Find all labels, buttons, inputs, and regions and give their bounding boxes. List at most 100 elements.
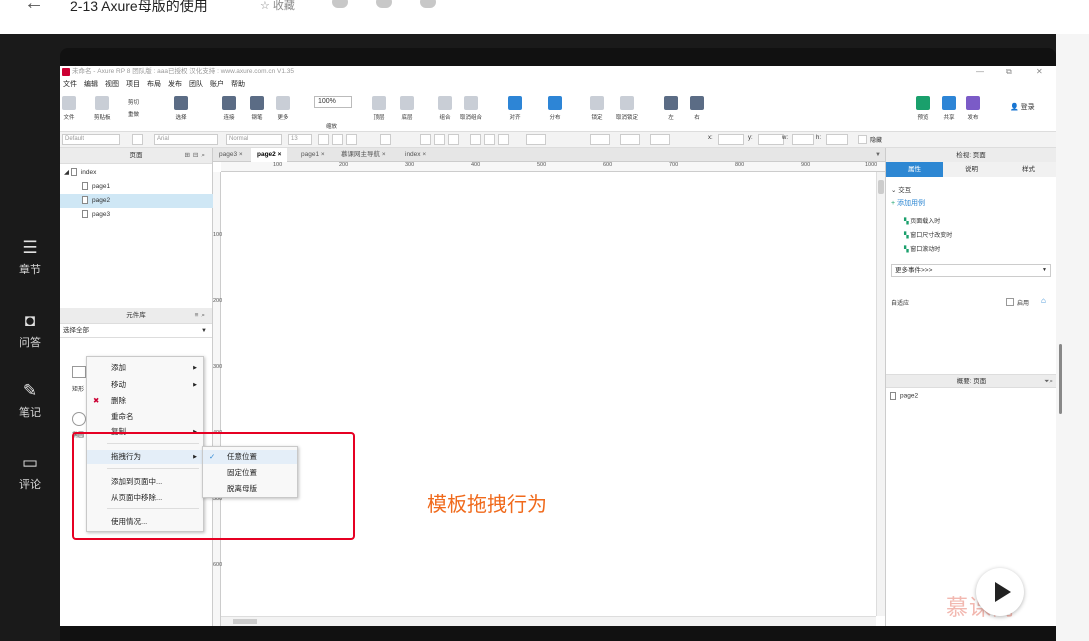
valign-mid-icon[interactable] <box>484 134 495 145</box>
sidebar-item-notes[interactable]: ✎ 笔记 <box>0 382 60 420</box>
border-color-icon[interactable] <box>590 134 610 145</box>
bullet-icon[interactable] <box>380 134 391 145</box>
scroll-thumb[interactable] <box>233 619 257 624</box>
add-case-link[interactable]: + 添加用例 <box>891 198 925 208</box>
tab-master-nav[interactable]: 慕课网主导航 × <box>335 148 392 162</box>
underline-icon[interactable] <box>346 134 357 145</box>
left-button[interactable]: 左 <box>664 96 678 121</box>
tree-item-page1[interactable]: page1 <box>60 180 213 194</box>
login-button[interactable]: 👤 登录 <box>1010 102 1035 112</box>
close-icon[interactable]: × <box>382 151 386 158</box>
minimize-icon[interactable]: — <box>976 66 984 78</box>
outline-item-page2[interactable]: page2 <box>890 392 918 400</box>
library-menu-icon[interactable]: ≡⌕ <box>195 308 208 324</box>
file-button[interactable]: 文件 <box>62 96 76 121</box>
align-center-icon[interactable] <box>434 134 445 145</box>
restore-icon[interactable]: ⧉ <box>1006 66 1012 78</box>
tab-style[interactable]: 样式 <box>1000 162 1056 177</box>
cut-button[interactable]: 剪切 <box>128 98 139 106</box>
size-select[interactable]: 13 <box>288 134 312 145</box>
arrow-left-icon[interactable]: ← <box>24 0 44 15</box>
top-layer-button[interactable]: 顶层 <box>372 96 386 121</box>
close-icon[interactable]: × <box>239 151 243 158</box>
scroll-thumb[interactable] <box>878 180 884 194</box>
font-select[interactable]: Arial <box>154 134 218 145</box>
add-page-icon[interactable]: ⊞⊟⌕ <box>184 148 208 164</box>
menu-project[interactable]: 项目 <box>126 81 140 88</box>
scroll-handle[interactable] <box>1059 344 1062 414</box>
valign-bottom-icon[interactable] <box>498 134 509 145</box>
enable-checkbox[interactable] <box>1006 298 1014 306</box>
select-button[interactable]: 选择 <box>174 96 188 121</box>
ellipse-widget[interactable] <box>72 412 86 426</box>
vertical-scrollbar[interactable] <box>876 172 885 616</box>
tree-item-page2[interactable]: page2 <box>60 194 213 208</box>
bottom-layer-button[interactable]: 底层 <box>400 96 414 121</box>
menu-layout[interactable]: 布局 <box>147 81 161 88</box>
align-left-icon[interactable] <box>420 134 431 145</box>
menu-item-rename[interactable]: 重命名 <box>87 410 203 424</box>
italic-icon[interactable] <box>332 134 343 145</box>
more-events-select[interactable]: 更多事件>>> ▼ <box>891 264 1051 277</box>
fill-color-icon[interactable] <box>526 134 546 145</box>
weibo-icon[interactable] <box>420 0 436 8</box>
distribute-button[interactable]: 分布 <box>548 96 562 121</box>
play-button[interactable] <box>976 568 1024 616</box>
sidebar-item-comments[interactable]: ▭ 评论 <box>0 454 60 492</box>
wechat-icon[interactable] <box>332 0 348 8</box>
tree-item-index[interactable]: ◢ index <box>60 166 213 180</box>
event-page-load[interactable]: ▚ 页面载入时 <box>904 215 952 229</box>
tabs-overflow-icon[interactable]: ▼ <box>875 148 881 162</box>
lock-button[interactable]: 锁定 <box>590 96 604 121</box>
pen-button[interactable]: 钢笔 <box>250 96 264 121</box>
valign-top-icon[interactable] <box>470 134 481 145</box>
menu-publish[interactable]: 发布 <box>168 81 182 88</box>
clipboard-button[interactable]: 剪贴板 <box>94 96 111 121</box>
menu-file[interactable]: 文件 <box>63 81 77 88</box>
menu-view[interactable]: 视图 <box>105 81 119 88</box>
menu-item-delete[interactable]: ✖ 删除 <box>87 394 203 408</box>
qq-icon[interactable] <box>376 0 392 8</box>
tree-item-page3[interactable]: page3 <box>60 208 213 222</box>
interaction-section[interactable]: ⌄ 交互 <box>891 184 911 194</box>
border-style-icon[interactable] <box>650 134 670 145</box>
share-button[interactable]: 共享 <box>942 96 956 121</box>
connect-button[interactable]: 连接 <box>222 96 236 121</box>
bold-icon[interactable] <box>318 134 329 145</box>
event-window-scroll[interactable]: ▚ 窗口滚动时 <box>904 243 952 257</box>
y-field[interactable] <box>758 134 784 145</box>
filter-icon[interactable]: ⏷⌕ <box>1044 375 1053 389</box>
zoom-select[interactable]: 100% <box>314 96 352 108</box>
tab-properties[interactable]: 属性 <box>886 162 943 177</box>
tab-page1[interactable]: page1 × <box>295 148 331 162</box>
right-button[interactable]: 右 <box>690 96 704 121</box>
close-icon[interactable]: ✕ <box>1036 66 1043 78</box>
border-width-icon[interactable] <box>620 134 640 145</box>
menu-item-move[interactable]: 移动 ▶ <box>87 378 203 392</box>
preview-button[interactable]: 预览 <box>916 96 930 121</box>
unlock-button[interactable]: 取消锁定 <box>616 96 638 121</box>
event-window-resize[interactable]: ▚ 窗口尺寸改变时 <box>904 229 952 243</box>
h-field[interactable] <box>826 134 848 145</box>
hidden-checkbox[interactable] <box>858 135 867 144</box>
align-right-icon[interactable] <box>448 134 459 145</box>
group-button[interactable]: 组合 <box>438 96 452 121</box>
w-field[interactable] <box>792 134 814 145</box>
close-icon[interactable]: × <box>278 151 282 158</box>
sidebar-item-chapters[interactable]: ☰ 章节 <box>0 239 60 277</box>
library-select[interactable]: 选择全部 ▼ <box>60 324 212 338</box>
redo-button[interactable]: 重做 <box>128 110 139 118</box>
more-button[interactable]: 更多 <box>276 96 290 121</box>
close-icon[interactable]: × <box>321 151 325 158</box>
style-select[interactable]: Default <box>62 134 120 145</box>
collapse-icon[interactable]: ◢ <box>64 169 71 176</box>
sidebar-item-qa[interactable]: ◘ 问答 <box>0 312 60 350</box>
horizontal-scrollbar[interactable] <box>221 616 876 626</box>
tab-page2[interactable]: page2 × <box>251 148 288 162</box>
menu-help[interactable]: 帮助 <box>231 81 245 88</box>
tab-index[interactable]: index × <box>399 148 432 162</box>
menu-item-add[interactable]: 添加 ▶ <box>87 361 203 375</box>
close-icon[interactable]: × <box>422 151 426 158</box>
align-button[interactable]: 对齐 <box>508 96 522 121</box>
favorite-button[interactable]: ☆ 收藏 <box>260 0 295 13</box>
